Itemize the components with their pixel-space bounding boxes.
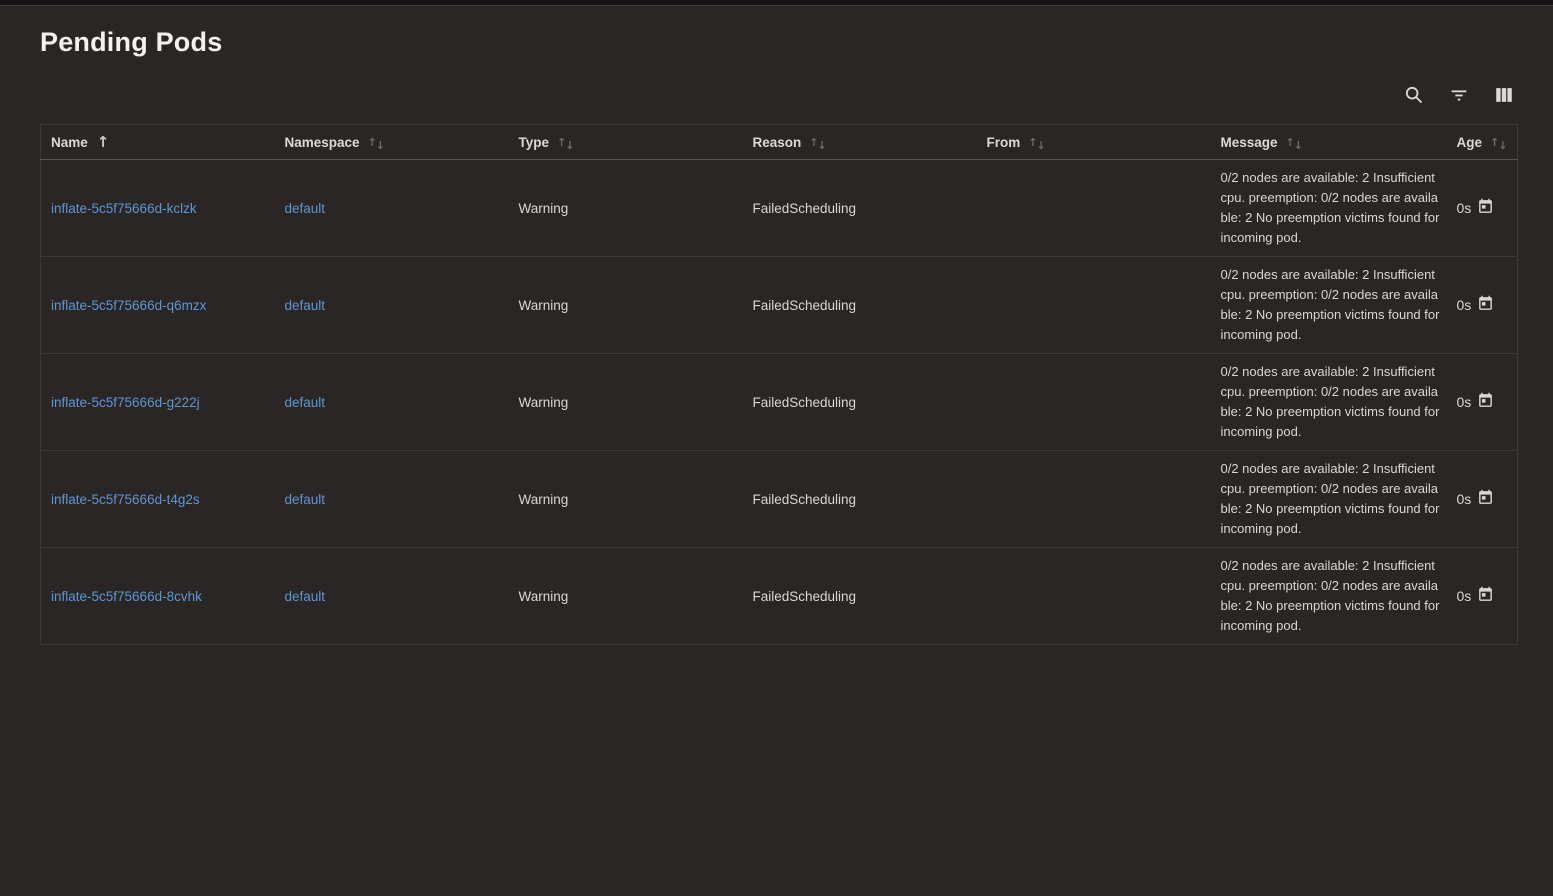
column-header-reason[interactable]: Reason ↑↓ bbox=[743, 125, 977, 160]
namespace-link[interactable]: default bbox=[285, 589, 326, 604]
table-row: inflate-5c5f75666d-g222j default Warning… bbox=[41, 354, 1518, 451]
filter-button[interactable] bbox=[1445, 82, 1473, 110]
column-header-namespace[interactable]: Namespace ↑↓ bbox=[275, 125, 509, 160]
message-cell: 0/2 nodes are available: 2 Insufficient … bbox=[1211, 257, 1447, 354]
type-cell: Warning bbox=[509, 451, 743, 548]
column-label: Message bbox=[1221, 135, 1278, 150]
sort-icon[interactable]: ↑↓ bbox=[557, 137, 573, 150]
namespace-link[interactable]: default bbox=[285, 492, 326, 507]
age-value: 0s bbox=[1457, 588, 1472, 604]
age-cell: 0s bbox=[1447, 548, 1518, 645]
from-cell bbox=[977, 548, 1211, 645]
message-cell: 0/2 nodes are available: 2 Insufficient … bbox=[1211, 451, 1447, 548]
search-icon bbox=[1403, 84, 1425, 109]
age-value: 0s bbox=[1457, 491, 1472, 507]
age-value: 0s bbox=[1457, 200, 1472, 216]
pod-name-link[interactable]: inflate-5c5f75666d-q6mzx bbox=[51, 298, 206, 313]
from-cell bbox=[977, 354, 1211, 451]
age-value: 0s bbox=[1457, 297, 1472, 313]
message-cell: 0/2 nodes are available: 2 Insufficient … bbox=[1211, 160, 1447, 257]
search-button[interactable] bbox=[1400, 82, 1428, 110]
type-cell: Warning bbox=[509, 257, 743, 354]
reason-cell: FailedScheduling bbox=[743, 354, 977, 451]
type-cell: Warning bbox=[509, 160, 743, 257]
table-toolbar bbox=[40, 82, 1518, 110]
pod-name-link[interactable]: inflate-5c5f75666d-g222j bbox=[51, 395, 200, 410]
column-label: Reason bbox=[753, 135, 802, 150]
sort-icon[interactable]: ↑↓ bbox=[1286, 137, 1302, 150]
reason-cell: FailedScheduling bbox=[743, 257, 977, 354]
pod-name-link[interactable]: inflate-5c5f75666d-kclzk bbox=[51, 201, 197, 216]
sort-asc-icon[interactable]: ↑ bbox=[97, 133, 110, 151]
message-cell: 0/2 nodes are available: 2 Insufficient … bbox=[1211, 354, 1447, 451]
age-cell: 0s bbox=[1447, 257, 1518, 354]
sort-icon[interactable]: ↑↓ bbox=[368, 137, 384, 150]
table-row: inflate-5c5f75666d-kclzk default Warning… bbox=[41, 160, 1518, 257]
columns-icon bbox=[1493, 84, 1515, 109]
reason-cell: FailedScheduling bbox=[743, 548, 977, 645]
table-row: inflate-5c5f75666d-q6mzx default Warning… bbox=[41, 257, 1518, 354]
table-row: inflate-5c5f75666d-8cvhk default Warning… bbox=[41, 548, 1518, 645]
filter-icon bbox=[1448, 84, 1470, 109]
column-header-message[interactable]: Message ↑↓ bbox=[1211, 125, 1447, 160]
table-row: inflate-5c5f75666d-t4g2s default Warning… bbox=[41, 451, 1518, 548]
column-header-from[interactable]: From ↑↓ bbox=[977, 125, 1211, 160]
column-header-name[interactable]: Name ↑ bbox=[41, 125, 275, 160]
age-cell: 0s bbox=[1447, 451, 1518, 548]
column-label: Type bbox=[519, 135, 550, 150]
column-header-age[interactable]: Age ↑↓ bbox=[1447, 125, 1518, 160]
calendar-icon bbox=[1477, 198, 1494, 218]
column-label: From bbox=[987, 135, 1021, 150]
columns-button[interactable] bbox=[1490, 82, 1518, 110]
type-cell: Warning bbox=[509, 354, 743, 451]
message-cell: 0/2 nodes are available: 2 Insufficient … bbox=[1211, 548, 1447, 645]
column-label: Namespace bbox=[285, 135, 360, 150]
page-title: Pending Pods bbox=[40, 27, 1518, 58]
calendar-icon bbox=[1477, 295, 1494, 315]
reason-cell: FailedScheduling bbox=[743, 451, 977, 548]
sort-icon[interactable]: ↑↓ bbox=[1490, 137, 1506, 150]
main-content: Pending Pods bbox=[0, 27, 1553, 645]
reason-cell: FailedScheduling bbox=[743, 160, 977, 257]
calendar-icon bbox=[1477, 586, 1494, 606]
type-cell: Warning bbox=[509, 548, 743, 645]
calendar-icon bbox=[1477, 489, 1494, 509]
namespace-link[interactable]: default bbox=[285, 395, 326, 410]
pod-name-link[interactable]: inflate-5c5f75666d-8cvhk bbox=[51, 589, 202, 604]
age-value: 0s bbox=[1457, 394, 1472, 410]
pod-name-link[interactable]: inflate-5c5f75666d-t4g2s bbox=[51, 492, 200, 507]
from-cell bbox=[977, 160, 1211, 257]
window-top-edge bbox=[0, 0, 1553, 6]
column-label: Age bbox=[1457, 135, 1483, 150]
calendar-icon bbox=[1477, 392, 1494, 412]
namespace-link[interactable]: default bbox=[285, 201, 326, 216]
namespace-link[interactable]: default bbox=[285, 298, 326, 313]
sort-icon[interactable]: ↑↓ bbox=[809, 137, 825, 150]
table-header-row: Name ↑ Namespace ↑↓ Type ↑↓ Reason ↑↓ From ↑↓… bbox=[41, 125, 1518, 160]
from-cell bbox=[977, 451, 1211, 548]
column-header-type[interactable]: Type ↑↓ bbox=[509, 125, 743, 160]
age-cell: 0s bbox=[1447, 160, 1518, 257]
pending-pods-table: Name ↑ Namespace ↑↓ Type ↑↓ Reason ↑↓ From ↑↓… bbox=[40, 124, 1518, 645]
sort-icon[interactable]: ↑↓ bbox=[1028, 137, 1044, 150]
age-cell: 0s bbox=[1447, 354, 1518, 451]
from-cell bbox=[977, 257, 1211, 354]
column-label: Name bbox=[51, 135, 88, 150]
